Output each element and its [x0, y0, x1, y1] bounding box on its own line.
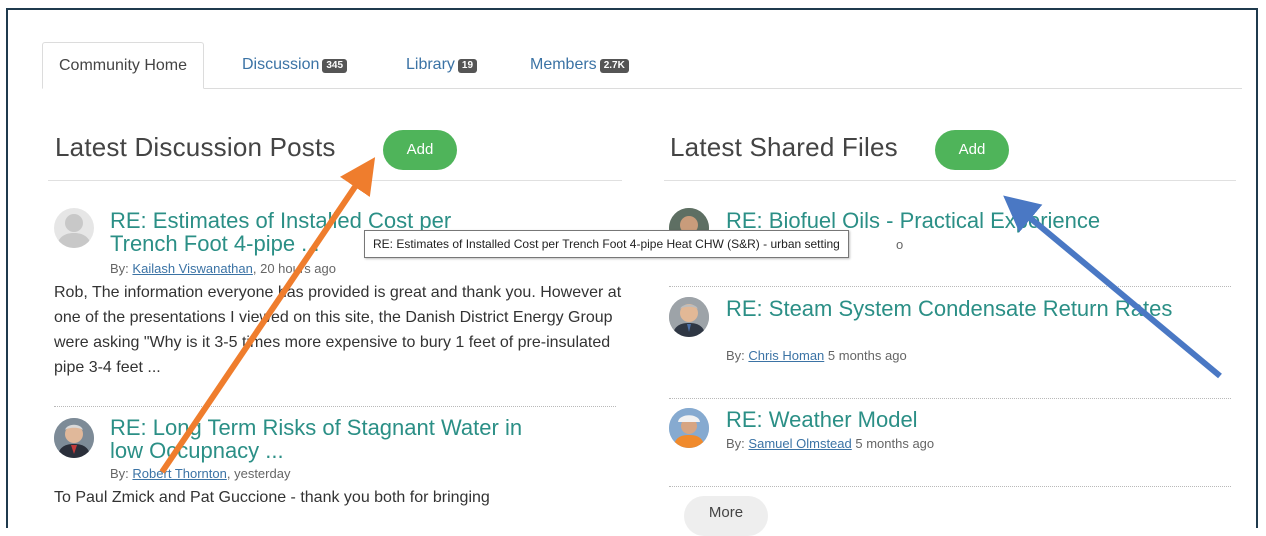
- title-tooltip: RE: Estimates of Installed Cost per Tren…: [364, 230, 849, 258]
- person-photo-icon: [669, 297, 709, 337]
- tab-community-home[interactable]: Community Home: [42, 42, 205, 89]
- by-label: By:: [110, 466, 129, 481]
- file-byline-partial: o: [896, 237, 904, 252]
- file-title[interactable]: RE: Steam System Condensate Return Rates: [726, 297, 1196, 320]
- person-photo-icon: [54, 418, 94, 458]
- avatar-placeholder: [54, 208, 94, 248]
- file-time: 5 months ago: [824, 348, 907, 363]
- avatar: [669, 408, 709, 448]
- post-time: , 20 hours ago: [252, 261, 336, 276]
- discussion-post-byline: By: Kailash Viswanathan, 20 hours ago: [110, 261, 336, 276]
- more-files-button[interactable]: More: [684, 496, 768, 536]
- files-section-title: Latest Shared Files: [670, 132, 898, 162]
- members-count-badge: 2.7K: [599, 59, 629, 73]
- discussion-post-title[interactable]: RE: Long Term Risks of Stagnant Water in…: [110, 416, 530, 462]
- by-label: By:: [110, 261, 129, 276]
- person-photo-icon: [669, 408, 709, 448]
- file-title[interactable]: RE: Biofuel Oils - Practical Experience: [726, 209, 1226, 232]
- by-label: By:: [726, 436, 745, 451]
- discussion-post-excerpt: To Paul Zmick and Pat Guccione - thank y…: [54, 489, 490, 506]
- file-time: 5 months ago: [851, 436, 935, 451]
- file-byline: By: Samuel Olmstead 5 months ago: [726, 436, 934, 451]
- community-tabs: Community Home Discussion 345 Library 19 M…: [42, 42, 1242, 89]
- dotted-divider: [669, 398, 1231, 399]
- file-title[interactable]: RE: Weather Model: [726, 408, 1196, 431]
- dotted-divider: [54, 406, 616, 407]
- file-byline: By: Chris Homan 5 months ago: [726, 348, 907, 363]
- author-link[interactable]: Robert Thornton: [132, 466, 226, 481]
- divider: [664, 180, 1236, 181]
- avatar: [54, 418, 94, 458]
- author-link[interactable]: Samuel Olmstead: [748, 436, 851, 451]
- tab-label: Community Home: [59, 57, 188, 74]
- post-time: , yesterday: [226, 466, 291, 481]
- dotted-divider: [669, 486, 1231, 487]
- tab-label: Members: [530, 56, 597, 73]
- tab-label: Discussion: [242, 56, 320, 73]
- add-discussion-button[interactable]: Add: [383, 130, 457, 170]
- discussion-post-excerpt: Rob, The information everyone has provid…: [54, 284, 622, 376]
- add-file-button[interactable]: Add: [935, 130, 1009, 170]
- author-link[interactable]: Kailash Viswanathan: [132, 261, 252, 276]
- avatar: [669, 297, 709, 337]
- tab-discussion[interactable]: Discussion 345: [226, 42, 363, 88]
- person-icon: [56, 214, 92, 248]
- library-count-badge: 19: [457, 59, 478, 73]
- dotted-divider: [669, 286, 1231, 287]
- author-link[interactable]: Chris Homan: [748, 348, 824, 363]
- tab-members[interactable]: Members 2.7K: [514, 42, 645, 88]
- by-label: By:: [726, 348, 745, 363]
- discussion-post-byline: By: Robert Thornton, yesterday: [110, 466, 290, 481]
- tab-library[interactable]: Library 19: [390, 42, 493, 88]
- discussion-section-title: Latest Discussion Posts: [55, 132, 336, 162]
- tab-label: Library: [406, 56, 455, 73]
- discussion-count-badge: 345: [322, 59, 348, 73]
- divider: [48, 180, 622, 181]
